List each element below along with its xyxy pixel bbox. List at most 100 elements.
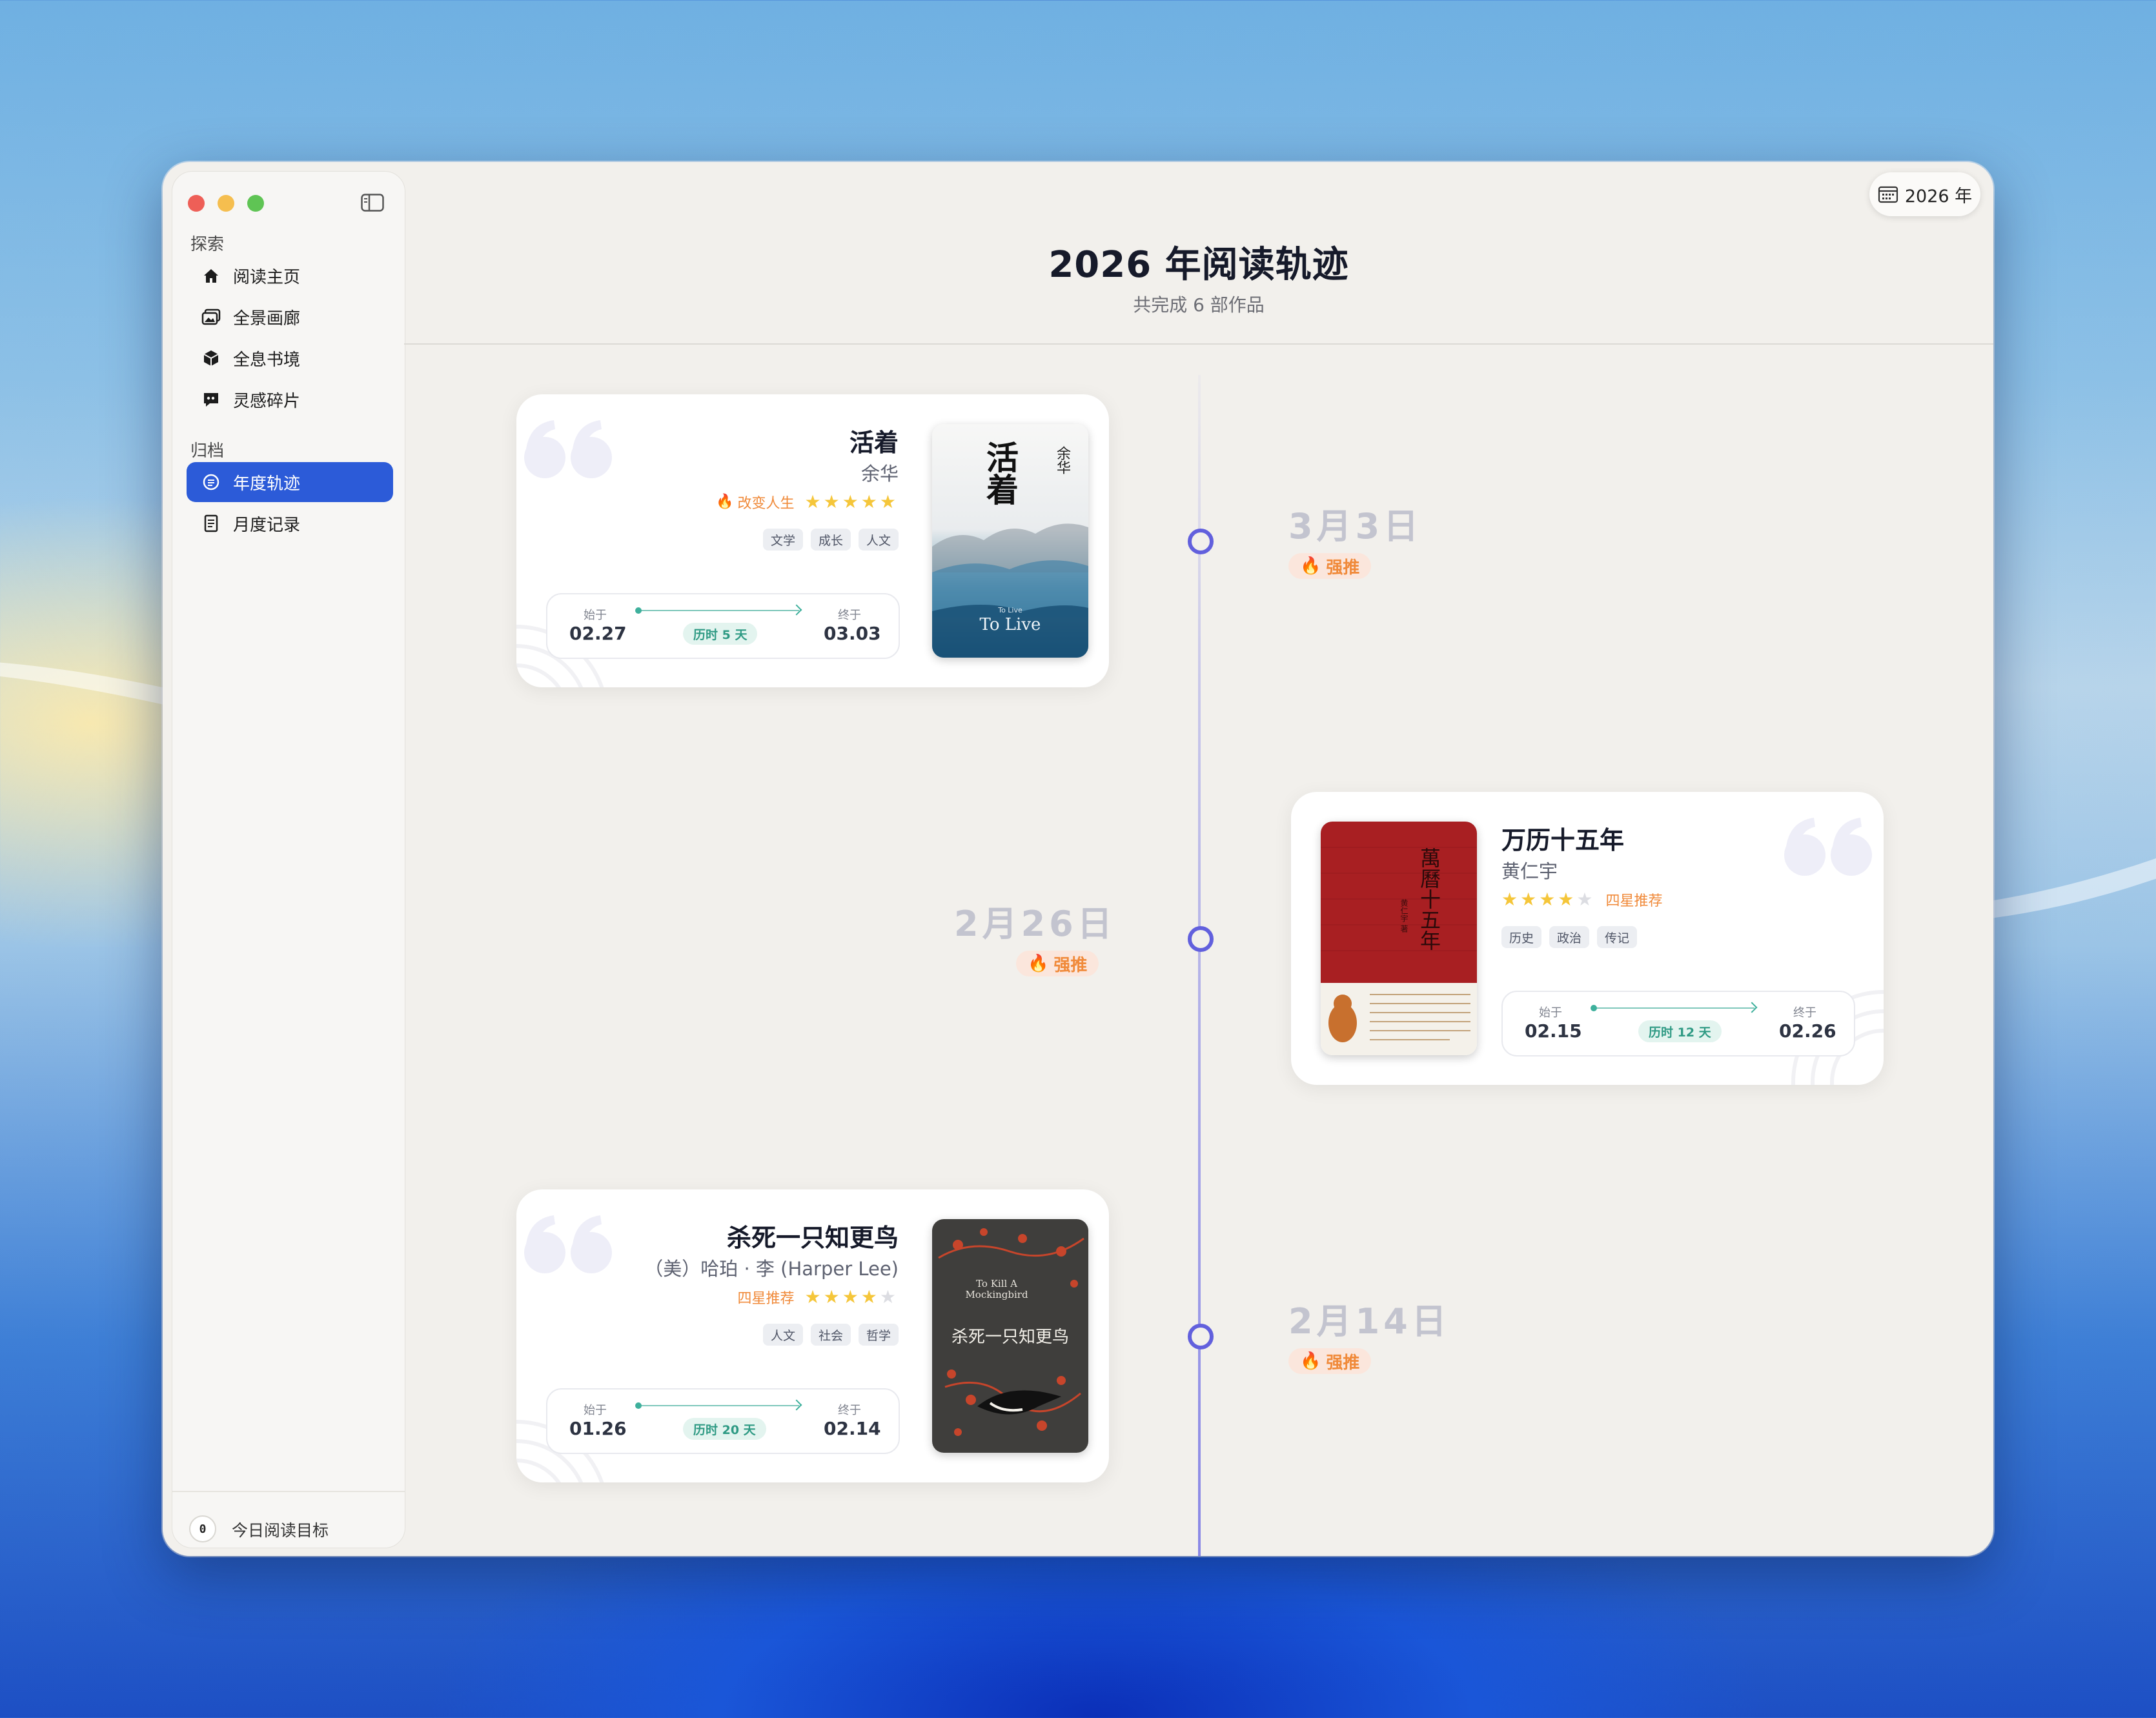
cover-author: 黄仁宇 著: [1399, 899, 1409, 933]
start-date: 02.27: [569, 623, 627, 644]
start-label: 始于: [1539, 1006, 1562, 1020]
cover-title-cn: 杀死一只知更鸟: [951, 1328, 1069, 1347]
start-date: 02.15: [1525, 1020, 1582, 1042]
year-picker-button[interactable]: 2026 年: [1869, 172, 1980, 216]
tag: 成长: [810, 529, 851, 551]
start-label: 始于: [584, 609, 607, 622]
cover-subtitle-en: To Live: [979, 615, 1041, 634]
progress-track: [635, 1402, 799, 1409]
tag: 社会: [810, 1324, 851, 1346]
sidebar-section-archive: 归档: [190, 441, 225, 461]
sidebar-section-explore: 探索: [190, 235, 225, 254]
fire-icon: 🔥: [1300, 1351, 1321, 1371]
sidebar-item-label: 年度轨迹: [233, 474, 301, 494]
calendar-icon: [1878, 186, 1898, 203]
rating-label: 四星推荐: [737, 1290, 795, 1307]
tag: 文学: [762, 529, 803, 551]
book-title: 万历十五年: [1501, 826, 1625, 854]
duration-badge: 历时 12 天: [1638, 1020, 1722, 1042]
sidebar-toggle-icon[interactable]: [361, 194, 384, 212]
sidebar-item-label: 灵感碎片: [233, 391, 301, 411]
recommend-badge: 🔥 强推: [1016, 951, 1099, 976]
header-divider: [404, 343, 1993, 345]
start-label: 始于: [584, 1404, 607, 1417]
timeline-date: 2月14日: [1288, 1301, 1450, 1342]
progress-track: [635, 607, 799, 614]
end-label: 终于: [1793, 1006, 1816, 1020]
book-card[interactable]: 萬曆十五年 黄仁宇 著 万历十五年 黄仁宇 ★★★★★ 四星推荐 历史 政治 传…: [1291, 792, 1884, 1085]
book-rating: 🔥 改变人生 ★★★★★: [716, 491, 899, 512]
photo-gallery-icon: [199, 305, 223, 328]
sidebar-item-yearly-timeline[interactable]: 年度轨迹: [187, 462, 393, 502]
quote-mark-icon: [524, 420, 612, 478]
book-cover: 活着 余华 To Live To Live: [932, 424, 1088, 658]
page-title: 2026 年阅读轨迹: [1048, 244, 1349, 286]
cover-title-en: To Kill A Mockingbird: [965, 1278, 1028, 1300]
fire-icon: 🔥: [1300, 556, 1321, 576]
book-author: 黄仁宇: [1501, 860, 1558, 882]
book-card[interactable]: 活着 余华 🔥 改变人生 ★★★★★ 文学 成长 人文 始于 02.27 历时 …: [516, 394, 1109, 687]
cover-title: 萬曆十五年: [1417, 847, 1441, 951]
recommend-badge: 🔥 强推: [1288, 1348, 1372, 1374]
duration-badge: 历时 5 天: [683, 623, 758, 645]
house-icon: [199, 264, 223, 287]
star-rating: ★★★★★: [804, 1286, 899, 1308]
sidebar-divider: [172, 1491, 405, 1492]
document-icon: [199, 512, 223, 535]
sidebar-item-monthly-record[interactable]: 月度记录: [187, 503, 393, 543]
rating-label: 四星推荐: [1605, 893, 1663, 909]
rating-label: 改变人生: [737, 495, 795, 512]
sidebar-item-home[interactable]: 阅读主页: [187, 256, 393, 296]
end-date: 02.14: [824, 1418, 881, 1439]
progress-track: [1591, 1005, 1754, 1011]
star-rating: ★★★★★: [1501, 889, 1596, 910]
book-rating: 四星推荐 ★★★★★: [737, 1286, 899, 1308]
book-rating: ★★★★★ 四星推荐: [1501, 889, 1663, 910]
reading-goal-count: 0: [189, 1515, 216, 1542]
zoom-window-button[interactable]: [247, 195, 264, 212]
sidebar-item-label: 月度记录: [233, 515, 301, 535]
minimize-window-button[interactable]: [218, 195, 234, 212]
book-cover: To Kill A Mockingbird 杀死一只知更鸟: [932, 1219, 1088, 1453]
book-title: 杀死一只知更鸟: [726, 1224, 899, 1252]
sidebar-item-label: 阅读主页: [233, 267, 301, 287]
sidebar-item-holographic[interactable]: 全息书境: [187, 338, 393, 378]
tag-list: 历史 政治 传记: [1501, 926, 1638, 948]
timeline-icon: [199, 470, 223, 494]
reading-period: 始于 02.27 历时 5 天 终于 03.03: [546, 593, 900, 659]
tag: 人文: [858, 529, 899, 551]
quote-mark-icon: [524, 1215, 612, 1273]
timeline-date: 2月26日: [954, 904, 1116, 944]
tag: 人文: [762, 1324, 803, 1346]
timeline-node: [1188, 926, 1214, 952]
end-label: 终于: [838, 609, 861, 622]
book-title: 活着: [849, 429, 899, 457]
sidebar-item-fragments[interactable]: 灵感碎片: [187, 379, 393, 419]
reading-goal-label[interactable]: 今日阅读目标: [232, 1518, 329, 1541]
tag: 政治: [1549, 926, 1590, 948]
sidebar-item-label: 全景画廊: [233, 308, 301, 328]
star-rating: ★★★★★: [804, 491, 899, 512]
timeline-date: 3月3日: [1288, 506, 1423, 547]
duration-badge: 历时 20 天: [683, 1418, 766, 1440]
cover-author: 余华: [1054, 446, 1070, 474]
timeline-node: [1188, 529, 1214, 554]
close-window-button[interactable]: [188, 195, 205, 212]
book-card[interactable]: 杀死一只知更鸟 （美）哈珀 · 李 (Harper Lee) 四星推荐 ★★★★…: [516, 1189, 1109, 1482]
recommend-badge-label: 强推: [1053, 955, 1088, 975]
tag-list: 文学 成长 人文: [762, 529, 899, 551]
cover-title: 活着: [981, 441, 1019, 505]
page-subtitle: 共完成 6 部作品: [1133, 294, 1265, 316]
start-date: 01.26: [569, 1418, 627, 1439]
fire-icon: 🔥: [716, 494, 734, 510]
end-date: 02.26: [1779, 1020, 1836, 1042]
book-author: 余华: [860, 463, 899, 485]
book-author: （美）哈珀 · 李 (Harper Lee): [644, 1258, 899, 1280]
cube-icon: [199, 347, 223, 370]
end-date: 03.03: [824, 623, 881, 644]
app-window: 探索 阅读主页 全景画廊 全息书境 灵感碎片 归档 年度轨迹 月度记录 0 今日…: [163, 162, 1993, 1556]
quote-mark-icon: [1784, 818, 1872, 876]
reading-period: 始于 01.26 历时 20 天 终于 02.14: [546, 1388, 900, 1454]
sidebar-item-gallery[interactable]: 全景画廊: [187, 297, 393, 337]
cover-subtitle-small: To Live: [998, 606, 1022, 614]
